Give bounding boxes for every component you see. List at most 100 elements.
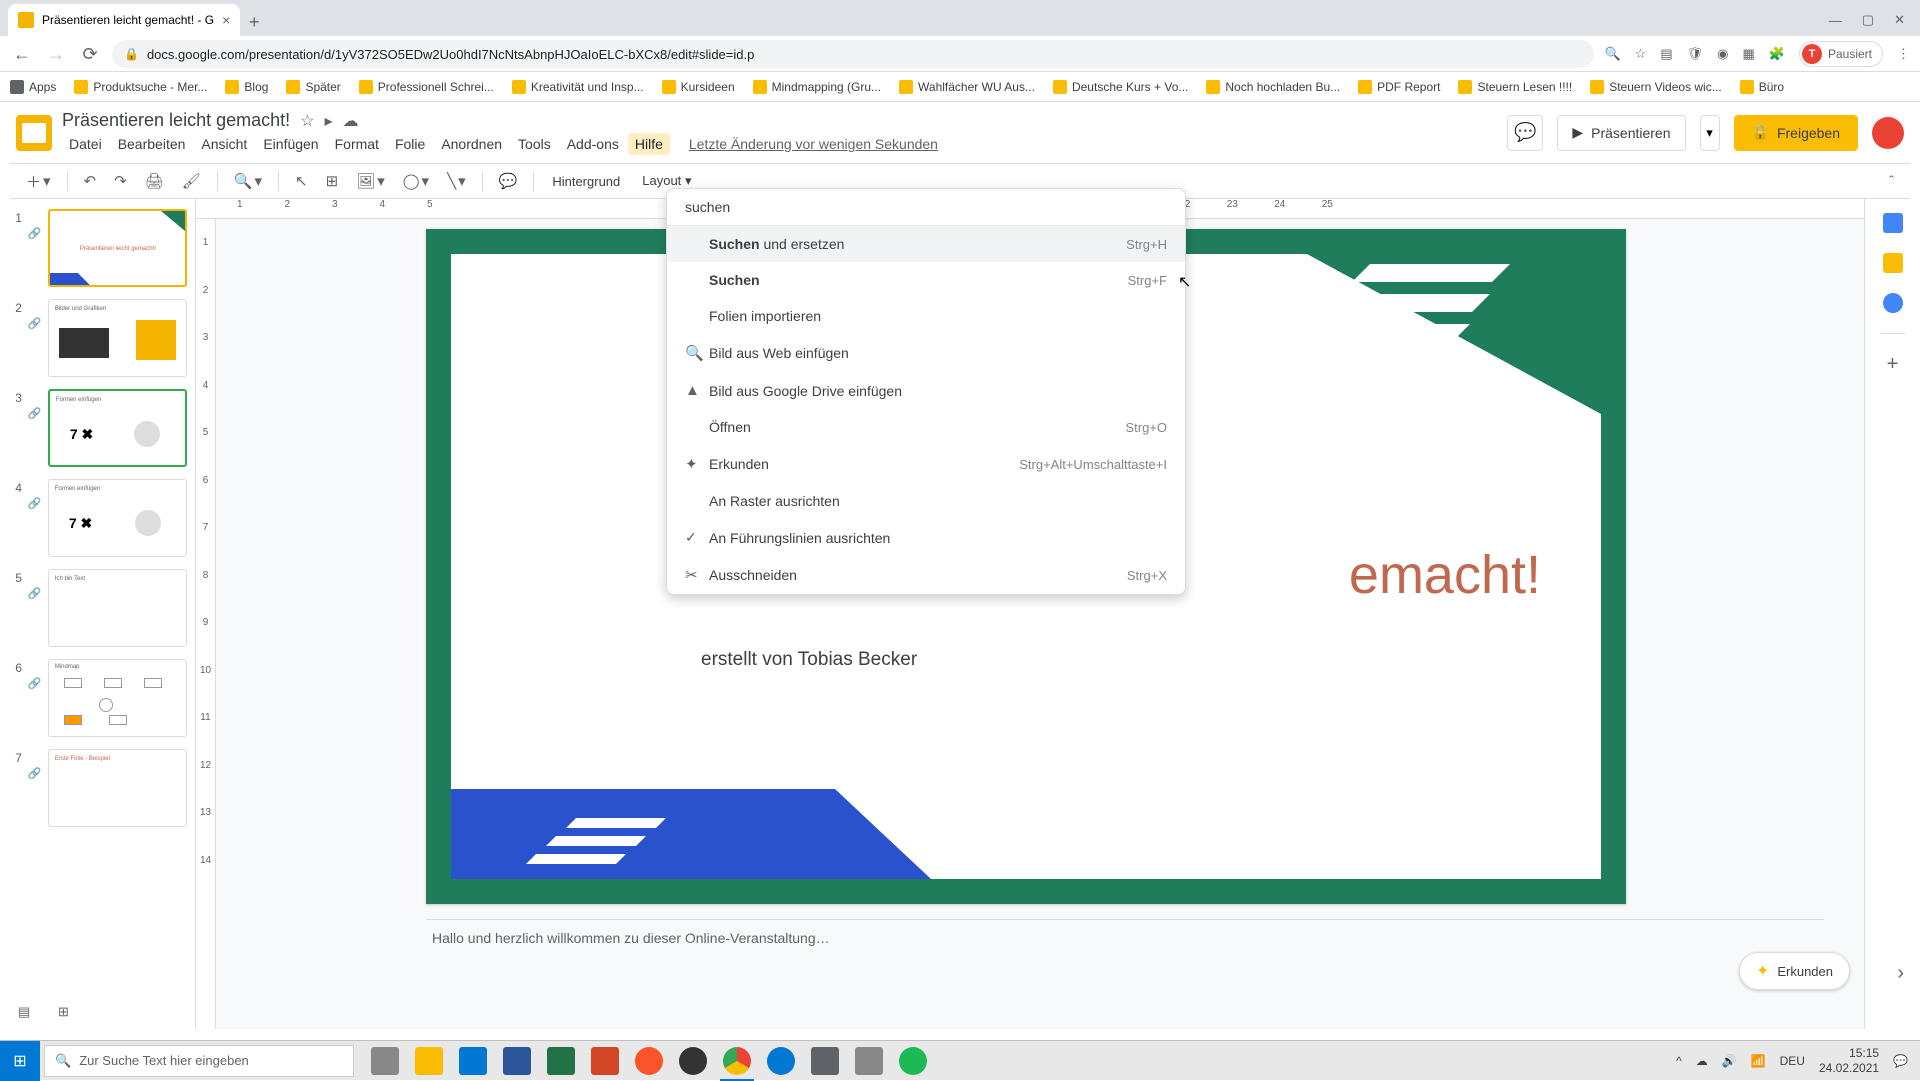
back-button[interactable]: ← — [10, 42, 34, 66]
taskbar-powerpoint[interactable] — [584, 1041, 626, 1081]
tray-clock[interactable]: 15:15 24.02.2021 — [1819, 1046, 1879, 1075]
bookmark-item[interactable]: Produktsuche - Mer... — [74, 80, 207, 94]
url-field[interactable]: 🔒 docs.google.com/presentation/d/1yV372S… — [112, 40, 1594, 68]
help-item-explore[interactable]: ✦ErkundenStrg+Alt+Umschalttaste+I — [667, 445, 1185, 483]
taskbar-app1[interactable] — [804, 1041, 846, 1081]
reload-button[interactable]: ⟳ — [78, 42, 102, 66]
filmstrip[interactable]: 1🔗Präsentieren leicht gemacht! 2🔗Bilder … — [0, 199, 196, 1029]
keep-icon[interactable] — [1883, 253, 1903, 273]
bookmark-item[interactable]: Mindmapping (Gru... — [753, 80, 881, 94]
new-tab-button[interactable]: + — [240, 8, 268, 36]
taskbar-chrome[interactable] — [716, 1041, 758, 1081]
user-avatar[interactable] — [1872, 117, 1904, 149]
menu-format[interactable]: Format — [328, 133, 386, 155]
side-panel-toggle[interactable]: › — [1897, 962, 1904, 985]
slide-thumb-1[interactable]: Präsentieren leicht gemacht! — [48, 209, 187, 287]
shape-tool[interactable]: ◯▾ — [397, 168, 435, 194]
present-dropdown[interactable]: ▾ — [1700, 115, 1720, 151]
account-chip[interactable]: T Pausiert — [1799, 41, 1883, 67]
slides-logo-icon[interactable] — [16, 115, 52, 151]
star-icon[interactable]: ☆ — [1635, 46, 1647, 62]
paint-format-button[interactable]: 🖌 — [176, 168, 207, 194]
tray-wifi-icon[interactable]: 📶 — [1751, 1054, 1766, 1068]
star-outline-icon[interactable]: ☆ — [300, 111, 314, 131]
collapse-toolbar-button[interactable]: ˆ — [1883, 169, 1900, 194]
background-button[interactable]: Hintergrund — [544, 170, 628, 193]
line-tool[interactable]: ╲▾ — [441, 168, 472, 194]
undo-button[interactable]: ↶ — [78, 168, 103, 194]
help-item-image-web[interactable]: 🔍Bild aus Web einfügen — [667, 334, 1185, 372]
bookmark-item[interactable]: Büro — [1740, 80, 1784, 94]
menu-hilfe[interactable]: Hilfe — [628, 133, 670, 155]
taskbar-excel[interactable] — [540, 1041, 582, 1081]
taskbar-search[interactable]: 🔍Zur Suche Text hier eingeben — [44, 1045, 354, 1077]
help-item-import-slides[interactable]: Folien importieren — [667, 298, 1185, 334]
comment-tool[interactable]: 💬 — [493, 168, 524, 194]
taskbar-app2[interactable] — [848, 1041, 890, 1081]
tray-cloud-icon[interactable]: ☁ — [1696, 1054, 1708, 1068]
extension-icon[interactable]: ◉ — [1717, 46, 1728, 62]
slide-title-text[interactable]: emacht! — [1349, 544, 1541, 606]
bookmark-item[interactable]: Blog — [225, 80, 268, 94]
slide-thumb-7[interactable]: Erste Folie - Beispiel — [48, 749, 187, 827]
blocker-icon[interactable]: 🛡 — [1687, 46, 1704, 62]
slide-thumb-4[interactable]: Formen einfügen7 ✖ — [48, 479, 187, 557]
taskbar-explorer[interactable] — [408, 1041, 450, 1081]
menu-icon[interactable]: ⋮ — [1897, 46, 1910, 62]
slide-subtitle-text[interactable]: erstellt von Tobias Becker — [701, 649, 917, 671]
launcher-icon[interactable]: ▦ — [1742, 46, 1754, 62]
bookmark-item[interactable]: Kursideen — [662, 80, 735, 94]
maximize-icon[interactable]: ▢ — [1862, 12, 1874, 28]
cloud-icon[interactable]: ☁ — [343, 111, 359, 131]
task-view-button[interactable] — [364, 1041, 406, 1081]
slide-thumb-2[interactable]: Bilder und Grafiken — [48, 299, 187, 377]
help-item-find[interactable]: SuchenStrg+F — [667, 262, 1185, 298]
add-addon-icon[interactable]: + — [1883, 354, 1903, 374]
tasks-icon[interactable] — [1883, 293, 1903, 313]
bookmark-item[interactable]: Später — [286, 80, 340, 94]
taskbar-brave[interactable] — [628, 1041, 670, 1081]
start-button[interactable]: ⊞ — [0, 1041, 40, 1081]
close-icon[interactable]: ✕ — [1894, 12, 1905, 28]
tray-notifications-icon[interactable]: 💬 — [1893, 1054, 1908, 1068]
move-icon[interactable]: ▸ — [324, 111, 332, 131]
tray-chevron-icon[interactable]: ^ — [1676, 1054, 1682, 1068]
explore-button[interactable]: ✦ Erkunden — [1739, 952, 1850, 990]
menu-addons[interactable]: Add-ons — [560, 133, 626, 155]
menu-tools[interactable]: Tools — [511, 133, 558, 155]
help-search-input[interactable]: suchen — [667, 189, 1185, 226]
tray-volume-icon[interactable]: 🔊 — [1722, 1054, 1737, 1068]
reader-icon[interactable]: ▤ — [1660, 46, 1672, 62]
menu-folie[interactable]: Folie — [388, 133, 432, 155]
doc-title[interactable]: Präsentieren leicht gemacht! — [62, 110, 290, 131]
help-item-image-drive[interactable]: ▲Bild aus Google Drive einfügen — [667, 372, 1185, 409]
slide-thumb-5[interactable]: Ich bin Text — [48, 569, 187, 647]
slide-thumb-6[interactable]: Mindmap — [48, 659, 187, 737]
help-item-snap-guides[interactable]: ✓An Führungslinien ausrichten — [667, 519, 1185, 556]
puzzle-icon[interactable]: 🧩 — [1769, 46, 1785, 62]
menu-ansicht[interactable]: Ansicht — [194, 133, 254, 155]
print-button[interactable]: 🖨 — [139, 168, 170, 194]
bookmark-item[interactable]: Kreativität und Insp... — [512, 80, 644, 94]
select-tool[interactable]: ↖ — [289, 168, 314, 194]
menu-einfuegen[interactable]: Einfügen — [256, 133, 325, 155]
image-tool[interactable]: 🖼▾ — [350, 168, 391, 194]
tray-language[interactable]: DEU — [1780, 1054, 1805, 1068]
apps-button[interactable]: Apps — [10, 80, 56, 94]
filmstrip-view-button[interactable]: ▤ — [18, 1004, 38, 1020]
bookmark-item[interactable]: Steuern Videos wic... — [1590, 80, 1722, 94]
redo-button[interactable]: ↷ — [108, 168, 133, 194]
zoom-icon[interactable]: 🔍 — [1604, 46, 1620, 62]
taskbar-obs[interactable] — [672, 1041, 714, 1081]
speaker-notes[interactable]: Hallo und herzlich willkommen zu dieser … — [426, 919, 1824, 956]
tab-close-icon[interactable]: × — [222, 12, 230, 28]
help-item-snap-grid[interactable]: An Raster ausrichten — [667, 483, 1185, 519]
last-edit-link[interactable]: Letzte Änderung vor wenigen Sekunden — [682, 133, 945, 155]
browser-tab[interactable]: Präsentieren leicht gemacht! - G × — [8, 4, 240, 36]
menu-bearbeiten[interactable]: Bearbeiten — [111, 133, 193, 155]
bookmark-item[interactable]: Noch hochladen Bu... — [1206, 80, 1340, 94]
minimize-icon[interactable]: — — [1829, 13, 1842, 28]
calendar-icon[interactable] — [1883, 213, 1903, 233]
share-button[interactable]: 🔒Freigeben — [1734, 115, 1858, 151]
new-slide-button[interactable]: ＋▾ — [20, 167, 57, 196]
